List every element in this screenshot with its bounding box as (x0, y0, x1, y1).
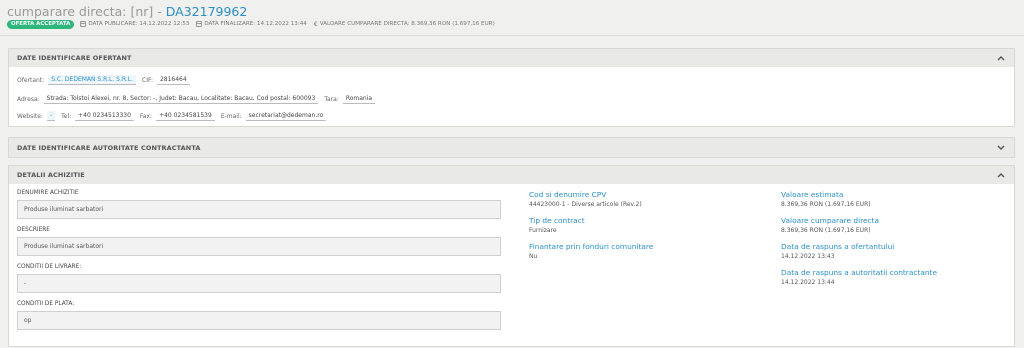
valoare-cumparare-label: Valoare cumparare directa (781, 216, 880, 225)
cpv-value: 44423000-1 - Diverse articole (Rev.2) (529, 201, 642, 208)
panel-authority-header[interactable]: DATE IDENTIFICARE AUTORITATE CONTRACTANT… (9, 138, 1014, 157)
tel-value: +40 0234513330 (75, 111, 134, 121)
panel-details-header[interactable]: DETALII ACHIZITIE (9, 166, 1014, 184)
calendar-icon (80, 21, 87, 27)
descriere-label: DESCRIERE (17, 227, 50, 233)
details-middle-column: Cod si denumire CPV 44423000-1 - Diverse… (529, 190, 749, 268)
panel-authority: DATE IDENTIFICARE AUTORITATE CONTRACTANT… (8, 137, 1015, 158)
panel-offerant-title: DATE IDENTIFICARE OFERTANT (17, 54, 132, 62)
offerant-row-3: Website: - Tel: +40 0234513330 Fax: +40 … (17, 111, 332, 121)
final-date-text: DATA FINALIZARE: 14.12.2022 13:44 (204, 21, 307, 27)
raspuns-autoritate-value: 14.12.2022 13:44 (781, 279, 835, 286)
panel-details-title: DETALII ACHIZITIE (17, 171, 85, 179)
publish-date-text: DATA PUBLICARE: 14.12.2022 12:53 (88, 21, 190, 27)
fax-label: Fax: (139, 112, 153, 120)
calendar-icon (196, 21, 203, 27)
direct-value: € VALOARE CUMPARARE DIRECTA: 8.369,36 RON… (314, 21, 495, 28)
plata-field: op (17, 311, 501, 330)
tip-contract-label: Tip de contract (529, 216, 585, 225)
panel-offerant-header[interactable]: DATE IDENTIFICARE OFERTANT (9, 49, 1014, 67)
raspuns-ofertant-label: Data de raspuns a ofertantului (781, 242, 895, 251)
email-value: secretariat@dedeman.ro (245, 111, 327, 121)
fax-value: +40 0234581539 (156, 111, 215, 121)
chevron-up-icon[interactable] (996, 170, 1006, 180)
livrare-field: - (17, 274, 501, 293)
plata-label: CONDITII DE PLATA: (17, 301, 75, 307)
panel-details: DETALII ACHIZITIE DENUMIRE ACHIZITIE Pro… (8, 165, 1015, 347)
raspuns-ofertant-value: 14.12.2022 13:43 (781, 253, 835, 260)
valoare-cumparare-value: 8.369,36 RON (1.697,16 EUR) (781, 227, 871, 234)
adresa-label: Adresa: (17, 95, 40, 103)
offerant-row-1: Ofertant: S.C. DEDEMAN S.R.L. S.R.L. CIF… (17, 75, 196, 85)
denumire-label: DENUMIRE ACHIZITIE (17, 190, 79, 196)
ofertant-link[interactable]: S.C. DEDEMAN S.R.L. S.R.L. (48, 75, 136, 85)
details-right-column: Valoare estimata 8.369,36 RON (1.697,16 … (781, 190, 1001, 294)
email-label: E-mail: (220, 112, 242, 120)
valoare-estimata-label: Valoare estimata (781, 190, 844, 199)
ofertant-label: Ofertant: (17, 76, 45, 84)
descriere-field: Produse iluminat sarbatori (17, 237, 501, 256)
panel-offerant: DATE IDENTIFICARE OFERTANT Ofertant: S.C… (8, 48, 1015, 127)
adresa-value: Strada: Tolstoi Alexei, nr. 8, Sector: -… (43, 94, 319, 104)
tip-contract-value: Furnizare (529, 227, 557, 234)
publish-date: DATA PUBLICARE: 14.12.2022 12:53 (80, 21, 189, 27)
euro-icon: € (313, 20, 318, 28)
final-date: DATA FINALIZARE: 14.12.2022 13:44 (196, 21, 307, 27)
meta-bar: OFERTA ACCEPTATA DATA PUBLICARE: 14.12.2… (7, 19, 502, 29)
cif-label: CIF: (142, 76, 153, 84)
title-prefix: cumparare directa: [nr] - (7, 4, 166, 19)
chevron-down-icon[interactable] (996, 143, 1006, 153)
tel-label: Tel: (61, 112, 72, 120)
offerant-row-2: Adresa: Strada: Tolstoi Alexei, nr. 8, S… (17, 94, 381, 104)
cif-value: 2816464 (156, 75, 190, 85)
denumire-field: Produse iluminat sarbatori (17, 200, 501, 219)
fonduri-value: Nu (529, 253, 538, 260)
raspuns-autoritate-label: Data de raspuns a autoritatii contractan… (781, 268, 937, 277)
direct-value-text: VALOARE CUMPARARE DIRECTA: 8.369,36 RON … (319, 21, 495, 27)
valoare-estimata-value: 8.369,36 RON (1.697,16 EUR) (781, 201, 871, 208)
details-left-column: DENUMIRE ACHIZITIE Produse iluminat sarb… (17, 190, 501, 338)
chevron-up-icon[interactable] (996, 53, 1006, 63)
procurement-code-link[interactable]: DA32179962 (166, 4, 248, 19)
tara-label: Tara: (324, 95, 339, 103)
website-link[interactable]: - (46, 111, 56, 121)
panel-authority-title: DATE IDENTIFICARE AUTORITATE CONTRACTANT… (17, 143, 201, 152)
page-title: cumparare directa: [nr] - DA32179962 (7, 4, 247, 19)
website-label: Website: (17, 112, 43, 120)
livrare-label: CONDITII DE LIVRARE: (17, 264, 82, 270)
page-header: cumparare directa: [nr] - DA32179962 OFE… (0, 0, 1024, 36)
tara-value: Romania (342, 94, 376, 104)
cpv-label: Cod si denumire CPV (529, 190, 607, 199)
fonduri-label: Finantare prin fonduri comunitare (529, 242, 654, 251)
status-badge: OFERTA ACCEPTATA (7, 19, 75, 29)
